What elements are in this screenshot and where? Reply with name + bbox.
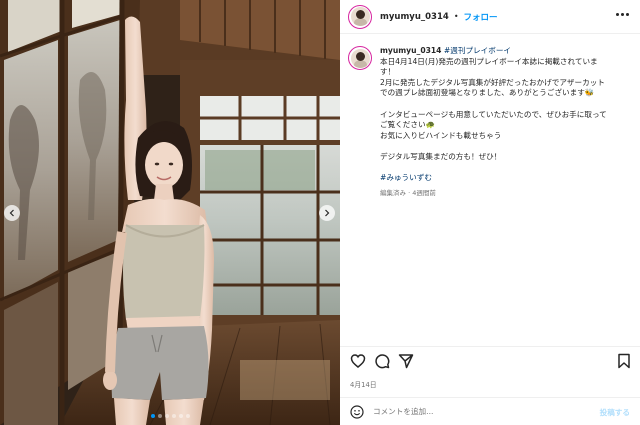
- share-button[interactable]: [398, 353, 414, 369]
- caption-meta: 編集済み · 4週間前: [380, 188, 436, 197]
- caption-username[interactable]: myumyu_0314: [380, 46, 441, 55]
- carousel-dot: [150, 414, 155, 418]
- comment-button[interactable]: [374, 353, 390, 369]
- avatar[interactable]: [348, 4, 372, 29]
- caption: myumyu_0314 #週刊プレイボーイ 本日4月14日(月)発売の週刊プレイ…: [340, 34, 640, 336]
- carousel-dot: [157, 414, 162, 418]
- comment-input[interactable]: [373, 407, 583, 416]
- share-icon: [398, 354, 414, 369]
- carousel-dot: [185, 414, 190, 418]
- caption-tag-link[interactable]: #週刊プレイボーイ: [444, 46, 511, 55]
- chevron-right-icon: [325, 209, 330, 217]
- caption-line: デジタル写真集まだの方も！ぜひ！: [380, 151, 502, 161]
- carousel-dot: [164, 414, 169, 418]
- comment-icon: [375, 354, 390, 369]
- heart-icon: [350, 354, 366, 368]
- caption-line: インタビューページも用意していただいたので、ぜひお手に取って: [380, 109, 607, 119]
- carousel-dot: [171, 414, 176, 418]
- caption-line: お気に入りビハインドも載せちゃう: [380, 130, 502, 140]
- caption-avatar[interactable]: [348, 46, 372, 70]
- post-comment-button[interactable]: 投稿する: [600, 407, 630, 418]
- caption-line: 2月に発売したデジタル写真集が好評だったおかげでアザーカット: [380, 77, 605, 87]
- post-photo[interactable]: [0, 0, 340, 425]
- carousel-prev-button[interactable]: [4, 205, 20, 221]
- caption-line: での週プレ誌面初登場となりました、ありがとうございます🐝: [380, 88, 595, 98]
- chevron-left-icon: [9, 209, 14, 217]
- carousel-next-button[interactable]: [319, 205, 335, 221]
- emoji-icon[interactable]: [350, 404, 364, 419]
- post-date[interactable]: 4月14日: [350, 379, 377, 389]
- like-button[interactable]: [350, 353, 366, 369]
- header-separator: •: [453, 12, 459, 21]
- follow-button[interactable]: フォロー: [464, 11, 498, 23]
- post-actions: [340, 346, 640, 372]
- carousel-dots: [0, 414, 340, 418]
- bookmark-icon: [618, 353, 630, 369]
- save-button[interactable]: [616, 353, 632, 369]
- caption-body: myumyu_0314 #週刊プレイボーイ 本日4月14日(月)発売の週刊プレイ…: [380, 46, 632, 336]
- post-header: myumyu_0314 • フォロー: [340, 0, 640, 34]
- caption-line: 本日4月14日(月)発売の週刊プレイボーイ本誌に掲載されていま: [380, 56, 598, 66]
- caption-line: ご覧ください🐢: [380, 120, 436, 130]
- carousel-dot: [178, 414, 183, 418]
- more-options-icon[interactable]: [616, 13, 630, 17]
- post-sidebar: myumyu_0314 • フォロー myumyu_0314 #週刊プレイボーイ…: [340, 0, 640, 425]
- caption-hashtag-link[interactable]: #みゅういずむ: [380, 173, 632, 184]
- header-username[interactable]: myumyu_0314: [380, 12, 449, 22]
- caption-line: す！: [380, 67, 396, 77]
- photo-image: [0, 0, 340, 425]
- comment-bar: 投稿する: [340, 397, 640, 425]
